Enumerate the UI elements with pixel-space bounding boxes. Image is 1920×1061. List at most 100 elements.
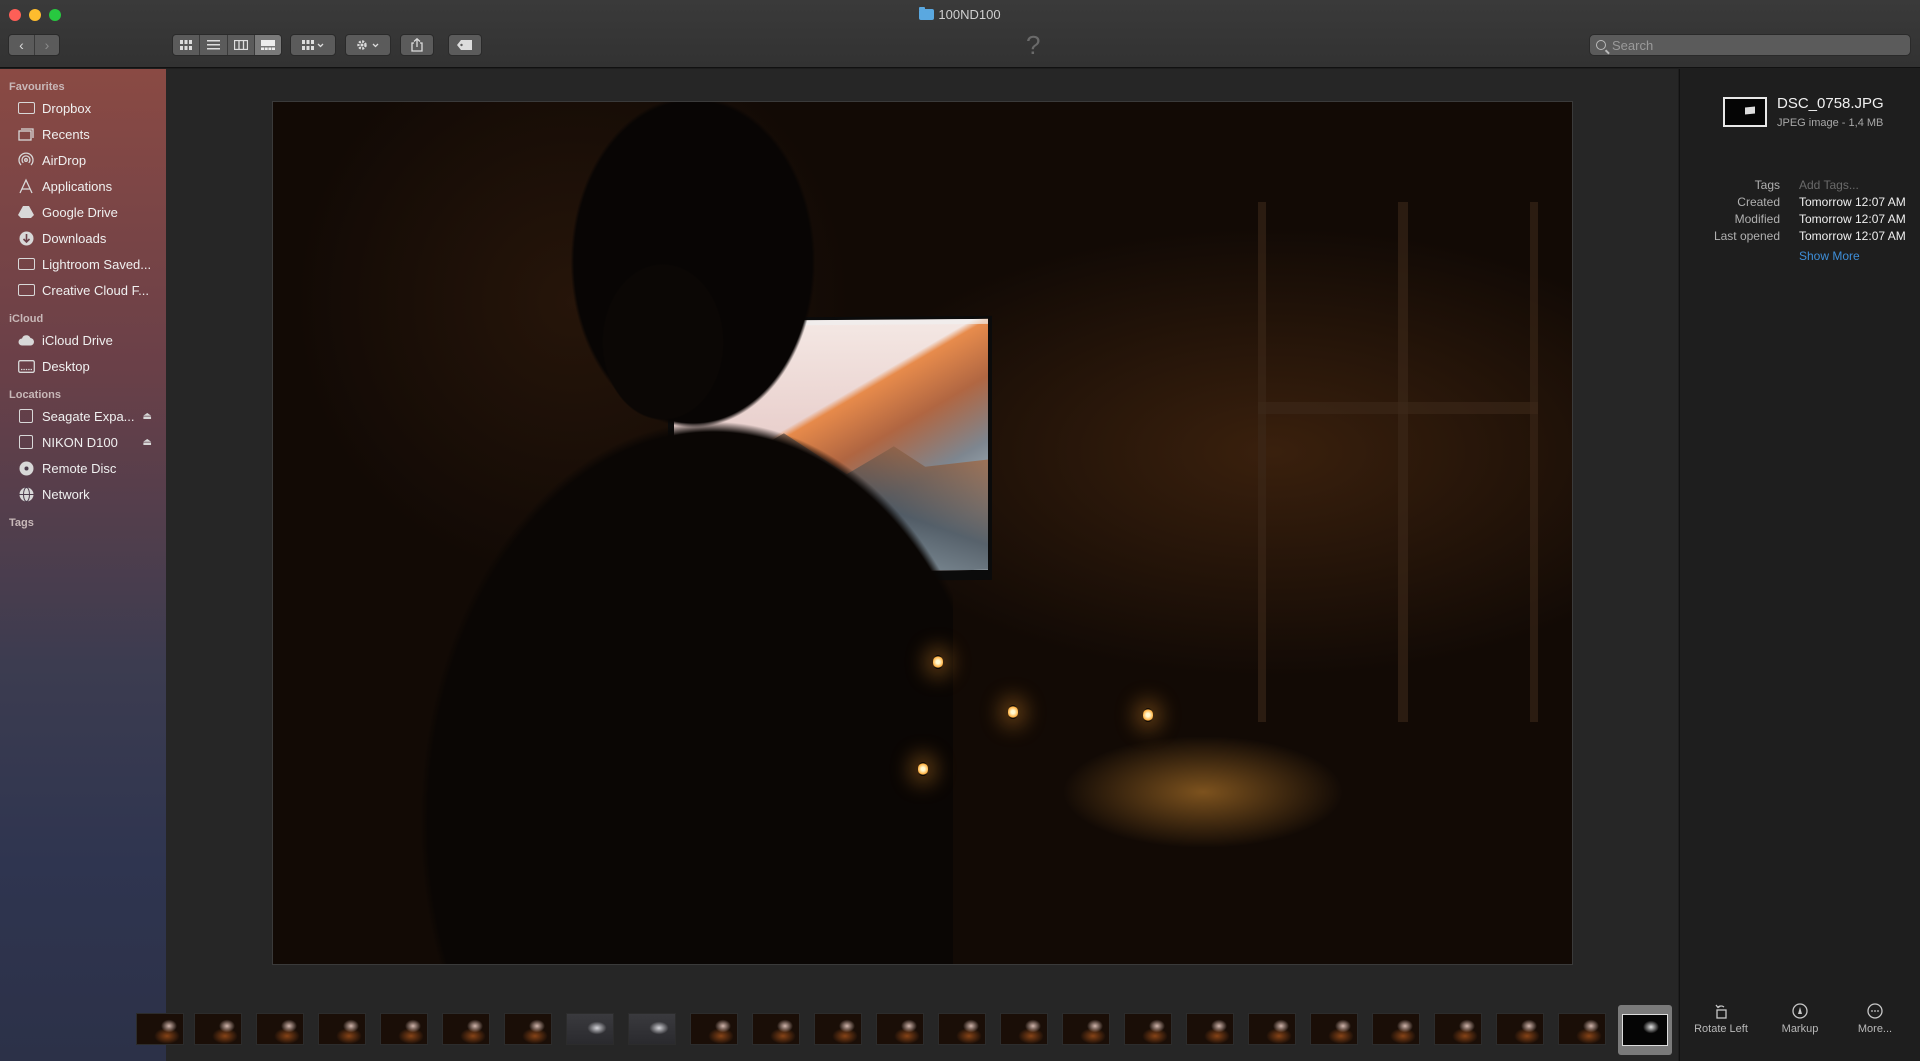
column-view-button[interactable] — [228, 35, 255, 55]
disk-icon — [17, 435, 35, 449]
meta-label: Last opened — [1713, 229, 1780, 243]
more-button[interactable]: More... — [1840, 1003, 1910, 1035]
recents-icon — [17, 127, 35, 141]
meta-value: Tomorrow 12:07 AM — [1799, 229, 1906, 243]
gear-icon — [357, 40, 379, 50]
add-tags-field[interactable]: Add Tags... — [1799, 178, 1859, 192]
navigation-group: ‹ › — [8, 34, 60, 56]
window-title-text: 100ND100 — [938, 7, 1001, 22]
meta-label: Created — [1737, 195, 1780, 209]
share-icon — [411, 38, 423, 52]
meta-row-last-opened: Last opened Tomorrow 12:07 AM — [1680, 229, 1920, 245]
title-bar: 100ND100 ‹ › ? — [0, 0, 1920, 68]
filmstrip-thumbnail-selected[interactable] — [1618, 1005, 1672, 1055]
eject-icon[interactable]: ⏏ — [143, 411, 152, 422]
file-kind: JPEG image - 1,4 MB — [1777, 117, 1884, 129]
gallery-view-button[interactable] — [254, 35, 281, 55]
group-by-button[interactable] — [290, 34, 336, 56]
filmstrip-thumbnail[interactable] — [318, 1013, 366, 1045]
sidebar-item-desktop[interactable]: Desktop — [0, 353, 166, 379]
google-drive-icon — [17, 205, 35, 219]
sidebar-item-network[interactable]: Network — [0, 481, 166, 507]
filmstrip-thumbnail[interactable] — [380, 1013, 428, 1045]
show-more-link[interactable]: Show More — [1799, 249, 1860, 263]
tag-button[interactable] — [448, 34, 482, 56]
filmstrip-thumbnail[interactable] — [256, 1013, 304, 1045]
sidebar-item-seagate[interactable]: Seagate Expa... ⏏ — [0, 403, 166, 429]
airdrop-icon — [17, 152, 35, 167]
file-name: DSC_0758.JPG — [1777, 95, 1884, 112]
folder-icon — [17, 283, 35, 297]
folder-icon — [17, 257, 35, 271]
sidebar-item-label: Creative Cloud F... — [42, 282, 149, 298]
sidebar-item-nikon-d100[interactable]: NIKON D100 ⏏ — [0, 429, 166, 455]
filmstrip-thumbnail[interactable] — [504, 1013, 552, 1045]
forward-button[interactable]: › — [33, 35, 59, 55]
sidebar-item-applications[interactable]: Applications — [0, 173, 166, 199]
meta-label: Modified — [1734, 212, 1780, 226]
filmstrip-thumbnail[interactable] — [1434, 1013, 1482, 1045]
action-button[interactable] — [345, 34, 391, 56]
filmstrip — [136, 999, 1678, 1061]
rotate-left-button[interactable]: Rotate Left — [1686, 1003, 1756, 1035]
filmstrip-thumbnail[interactable] — [1248, 1013, 1296, 1045]
sidebar-item-remote-disc[interactable]: Remote Disc — [0, 455, 166, 481]
sidebar-item-creative-cloud[interactable]: Creative Cloud F... — [0, 277, 166, 303]
desktop-icon — [17, 359, 35, 373]
list-view-icon — [206, 40, 220, 50]
markup-button[interactable]: Markup — [1765, 1003, 1835, 1035]
filmstrip-thumbnail[interactable] — [136, 1013, 184, 1045]
icon-view-button[interactable] — [173, 35, 201, 55]
filmstrip-thumbnail[interactable] — [1496, 1013, 1544, 1045]
filmstrip-thumbnail[interactable] — [1186, 1013, 1234, 1045]
filmstrip-thumbnail[interactable] — [1124, 1013, 1172, 1045]
column-view-icon — [233, 40, 248, 50]
sidebar-item-label: Google Drive — [42, 204, 118, 220]
filmstrip-thumbnail[interactable] — [1310, 1013, 1358, 1045]
search-input[interactable] — [1612, 37, 1892, 53]
filmstrip-thumbnail[interactable] — [876, 1013, 924, 1045]
gallery-view-icon — [260, 40, 275, 50]
sidebar-item-google-drive[interactable]: Google Drive — [0, 199, 166, 225]
filmstrip-thumbnail[interactable] — [1372, 1013, 1420, 1045]
quick-actions: Rotate Left Markup More... — [1680, 1003, 1920, 1059]
sidebar-item-label: iCloud Drive — [42, 332, 113, 348]
sidebar-item-lightroom-saved[interactable]: Lightroom Saved... — [0, 251, 166, 277]
sidebar-item-dropbox[interactable]: Dropbox — [0, 95, 166, 121]
filmstrip-thumbnail[interactable] — [752, 1013, 800, 1045]
filmstrip-thumbnail[interactable] — [1000, 1013, 1048, 1045]
sidebar-header-tags: Tags — [9, 517, 34, 529]
sidebar-item-downloads[interactable]: Downloads — [0, 225, 166, 251]
filmstrip-thumbnail[interactable] — [442, 1013, 490, 1045]
sidebar-item-label: Dropbox — [42, 100, 92, 116]
sidebar-item-airdrop[interactable]: AirDrop — [0, 147, 166, 173]
share-button[interactable] — [400, 34, 434, 56]
disc-icon — [17, 461, 35, 475]
filmstrip-thumbnail[interactable] — [1558, 1013, 1606, 1045]
search-field[interactable] — [1589, 34, 1911, 56]
sidebar-item-label: Network — [42, 486, 90, 502]
more-icon — [1867, 1003, 1883, 1019]
filmstrip-thumbnail[interactable] — [938, 1013, 986, 1045]
eject-icon[interactable]: ⏏ — [143, 437, 152, 448]
photo-candle-light — [1143, 708, 1153, 722]
list-view-button[interactable] — [200, 35, 228, 55]
photo-preview[interactable] — [272, 101, 1573, 965]
filmstrip-thumbnail[interactable] — [194, 1013, 242, 1045]
filmstrip-thumbnail[interactable] — [814, 1013, 862, 1045]
sidebar-item-icloud-drive[interactable]: iCloud Drive — [0, 327, 166, 353]
sidebar-item-label: Recents — [42, 126, 90, 142]
photo-head-shadow — [593, 252, 733, 432]
markup-label: Markup — [1781, 1023, 1819, 1035]
photo-candle-light — [933, 655, 943, 669]
filmstrip-thumbnail[interactable] — [1062, 1013, 1110, 1045]
sidebar-item-recents[interactable]: Recents — [0, 121, 166, 147]
filmstrip-thumbnail[interactable] — [628, 1013, 676, 1045]
meta-label: Tags — [1754, 178, 1780, 192]
filmstrip-thumbnail[interactable] — [566, 1013, 614, 1045]
meta-row-created: Created Tomorrow 12:07 AM — [1680, 195, 1920, 211]
back-button[interactable]: ‹ — [9, 35, 34, 55]
sidebar-item-label: Applications — [42, 178, 113, 194]
filmstrip-thumbnail[interactable] — [690, 1013, 738, 1045]
file-thumbnail — [1723, 97, 1767, 127]
